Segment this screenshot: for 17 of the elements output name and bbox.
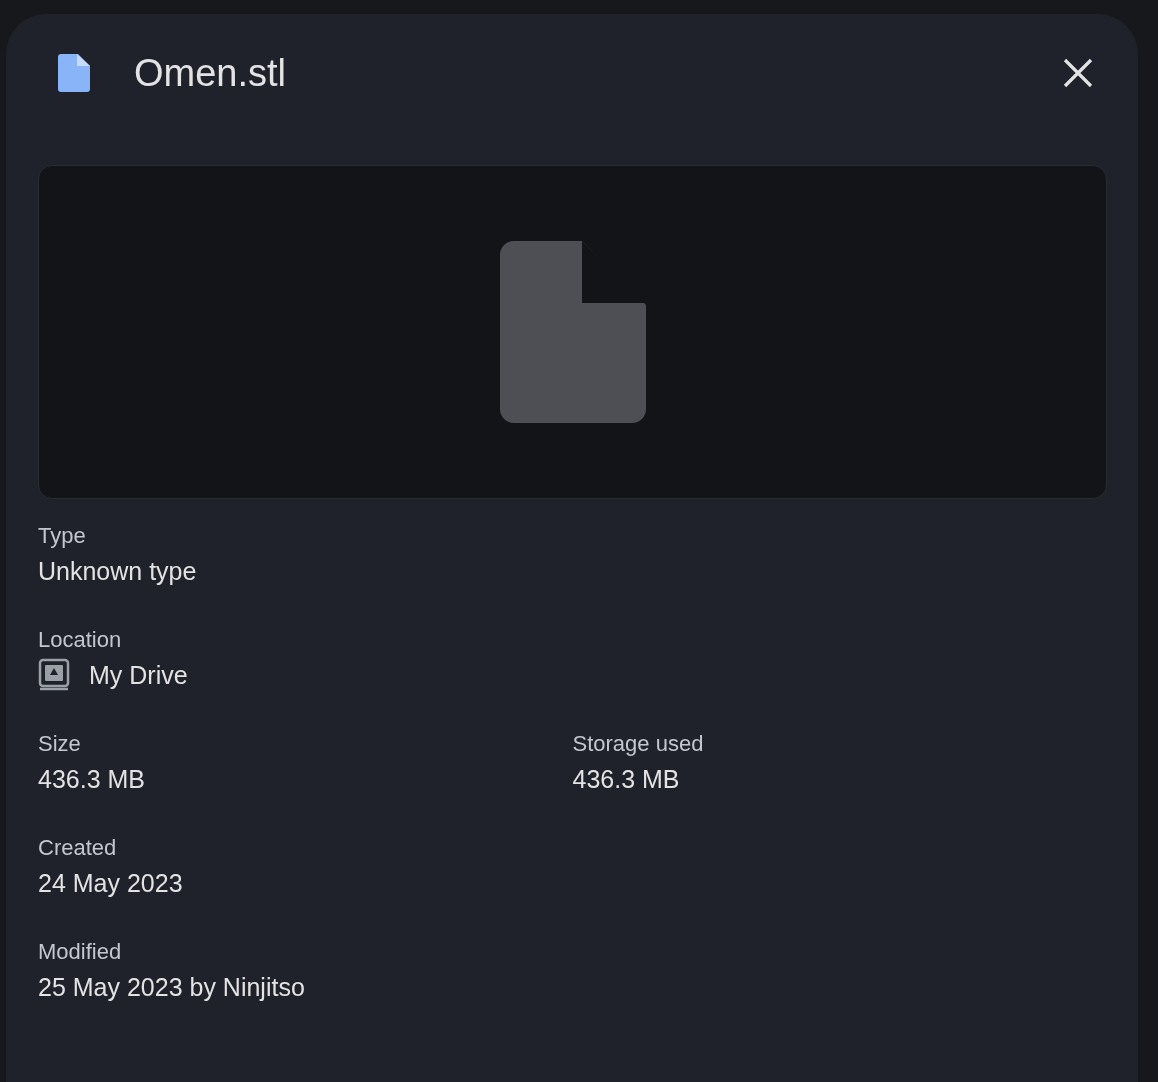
field-value: My Drive	[89, 660, 188, 691]
field-value: 25 May 2023 by Ninjitso	[38, 972, 306, 1003]
field-label: Type	[38, 522, 87, 550]
field-value: 436.3 MB	[572, 764, 681, 795]
field-label: Size	[38, 730, 82, 758]
field-label: Created	[38, 834, 118, 862]
close-button[interactable]	[1063, 58, 1093, 88]
field-label: Storage used	[572, 730, 705, 758]
field-value: 436.3 MB	[38, 764, 146, 795]
field-value: 24 May 2023	[38, 868, 184, 899]
file-icon	[499, 241, 646, 423]
file-title: Omen.stl	[134, 51, 288, 95]
field-label: Modified	[38, 938, 123, 966]
field-value: Unknown type	[38, 556, 198, 587]
field-label: Location	[38, 626, 123, 654]
drive-icon	[38, 658, 70, 692]
file-icon	[58, 54, 90, 92]
